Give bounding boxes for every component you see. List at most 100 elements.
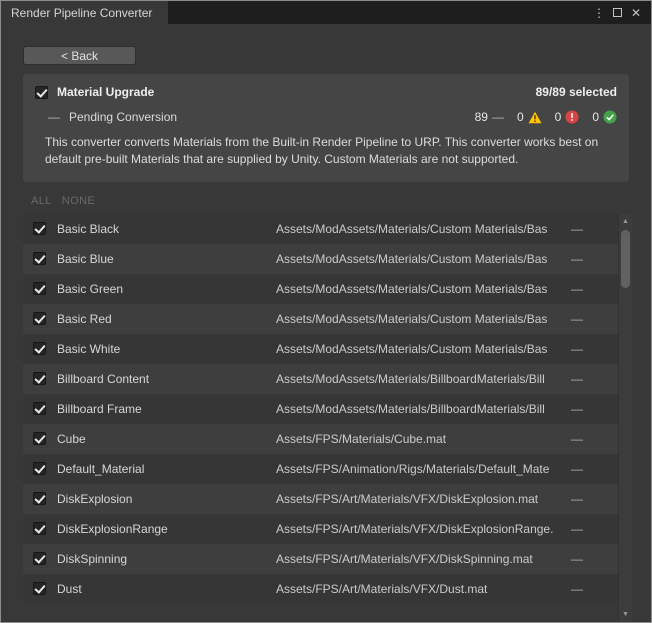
row-path: Assets/FPS/Art/Materials/VFX/DiskExplosi… <box>276 522 571 536</box>
converter-panel: Material Upgrade 89/89 selected — Pendin… <box>23 74 629 182</box>
row-path: Assets/ModAssets/Materials/Custom Materi… <box>276 312 571 326</box>
window-body: < Back Material Upgrade 89/89 selected —… <box>1 24 651 622</box>
row-checkbox[interactable] <box>33 282 46 295</box>
row-name: Basic Blue <box>57 252 276 266</box>
menu-icon[interactable]: ⋮ <box>592 7 606 19</box>
list-item[interactable]: Billboard Content Assets/ModAssets/Mater… <box>23 364 618 394</box>
success-count: 0 <box>592 110 617 124</box>
list-area: Basic Black Assets/ModAssets/Materials/C… <box>23 214 632 622</box>
row-checkbox[interactable] <box>33 372 46 385</box>
row-status-dash-icon: — <box>571 432 608 446</box>
row-status-dash-icon: — <box>571 402 608 416</box>
list-item[interactable]: DiskExplosion Assets/FPS/Art/Materials/V… <box>23 484 618 514</box>
back-button[interactable]: < Back <box>23 46 136 65</box>
select-none-button[interactable]: NONE <box>62 195 95 207</box>
selected-count-label: 89/89 selected <box>536 85 617 99</box>
row-name: Basic Red <box>57 312 276 326</box>
error-icon <box>565 110 579 124</box>
row-path: Assets/ModAssets/Materials/Custom Materi… <box>276 222 571 236</box>
pending-counts: 89 — 0 0 <box>475 110 617 124</box>
row-checkbox[interactable] <box>33 582 46 595</box>
row-status-dash-icon: — <box>571 462 608 476</box>
row-path: Assets/ModAssets/Materials/BillboardMate… <box>276 372 571 386</box>
list-item[interactable]: DiskSpinning Assets/FPS/Art/Materials/VF… <box>23 544 618 574</box>
row-name: DiskSpinning <box>57 552 276 566</box>
row-status-dash-icon: — <box>571 582 608 596</box>
row-name: Basic Black <box>57 222 276 236</box>
row-path: Assets/FPS/Art/Materials/VFX/Dust.mat <box>276 582 571 596</box>
list-item[interactable]: Basic Black Assets/ModAssets/Materials/C… <box>23 214 618 244</box>
list-item[interactable]: Cube Assets/FPS/Materials/Cube.mat — <box>23 424 618 454</box>
row-path: Assets/ModAssets/Materials/BillboardMate… <box>276 402 571 416</box>
row-name: Billboard Content <box>57 372 276 386</box>
scroll-up-icon[interactable]: ▲ <box>619 215 632 229</box>
titlebar: Render Pipeline Converter ⋮ ✕ <box>1 1 651 24</box>
render-pipeline-converter-window: Render Pipeline Converter ⋮ ✕ < Back Mat… <box>0 0 652 623</box>
list-item[interactable]: Billboard Frame Assets/ModAssets/Materia… <box>23 394 618 424</box>
row-checkbox[interactable] <box>33 222 46 235</box>
row-name: Default_Material <box>57 462 276 476</box>
list-item[interactable]: DiskExplosionRange Assets/FPS/Art/Materi… <box>23 514 618 544</box>
row-path: Assets/FPS/Animation/Rigs/Materials/Defa… <box>276 462 571 476</box>
row-status-dash-icon: — <box>571 312 608 326</box>
scrollbar[interactable]: ▲ ▼ <box>618 214 632 622</box>
row-name: DiskExplosionRange <box>57 522 276 536</box>
row-checkbox[interactable] <box>33 432 46 445</box>
pending-conversion-label: Pending Conversion <box>69 110 177 124</box>
row-path: Assets/FPS/Art/Materials/VFX/DiskExplosi… <box>276 492 571 506</box>
row-checkbox[interactable] <box>33 462 46 475</box>
row-checkbox[interactable] <box>33 312 46 325</box>
maximize-icon[interactable] <box>613 8 622 17</box>
material-upgrade-checkbox[interactable] <box>35 86 48 99</box>
row-status-dash-icon: — <box>571 282 608 296</box>
row-checkbox[interactable] <box>33 402 46 415</box>
row-checkbox[interactable] <box>33 342 46 355</box>
row-checkbox[interactable] <box>33 552 46 565</box>
row-checkbox[interactable] <box>33 522 46 535</box>
window-title: Render Pipeline Converter <box>11 6 152 20</box>
list-item[interactable]: Dust Assets/FPS/Art/Materials/VFX/Dust.m… <box>23 574 618 604</box>
material-list: Basic Black Assets/ModAssets/Materials/C… <box>23 214 618 622</box>
row-path: Assets/ModAssets/Materials/Custom Materi… <box>276 252 571 266</box>
row-name: DiskExplosion <box>57 492 276 506</box>
scroll-down-icon[interactable]: ▼ <box>619 607 632 621</box>
row-status-dash-icon: — <box>571 372 608 386</box>
list-item[interactable]: Default_Material Assets/FPS/Animation/Ri… <box>23 454 618 484</box>
converter-title: Material Upgrade <box>57 85 154 99</box>
row-name: Basic Green <box>57 282 276 296</box>
row-status-dash-icon: — <box>571 222 608 236</box>
titlebar-controls: ⋮ ✕ <box>592 1 651 24</box>
list-header: ALL NONE <box>31 195 651 207</box>
row-checkbox[interactable] <box>33 252 46 265</box>
success-icon <box>603 110 617 124</box>
warning-icon <box>528 111 542 124</box>
scrollbar-thumb[interactable] <box>621 230 630 288</box>
titlebar-spacer <box>168 1 592 24</box>
row-path: Assets/ModAssets/Materials/Custom Materi… <box>276 342 571 356</box>
row-status-dash-icon: — <box>571 252 608 266</box>
list-item[interactable]: Basic Red Assets/ModAssets/Materials/Cus… <box>23 304 618 334</box>
row-checkbox[interactable] <box>33 492 46 505</box>
row-name: Basic White <box>57 342 276 356</box>
window-tab[interactable]: Render Pipeline Converter <box>1 1 168 24</box>
pending-dash-icon: — <box>492 110 504 124</box>
row-status-dash-icon: — <box>571 522 608 536</box>
row-status-dash-icon: — <box>571 492 608 506</box>
pending-total: 89 — <box>475 110 504 124</box>
pending-conversion-row: — Pending Conversion 89 — 0 <box>35 110 617 124</box>
row-path: Assets/FPS/Art/Materials/VFX/DiskSpinnin… <box>276 552 571 566</box>
row-path: Assets/ModAssets/Materials/Custom Materi… <box>276 282 571 296</box>
close-icon[interactable]: ✕ <box>629 7 643 19</box>
row-status-dash-icon: — <box>571 552 608 566</box>
row-name: Cube <box>57 432 276 446</box>
list-item[interactable]: Basic White Assets/ModAssets/Materials/C… <box>23 334 618 364</box>
converter-header: Material Upgrade 89/89 selected <box>35 85 617 99</box>
list-item[interactable]: Basic Blue Assets/ModAssets/Materials/Cu… <box>23 244 618 274</box>
converter-description: This converter converts Materials from t… <box>45 134 617 169</box>
select-all-button[interactable]: ALL <box>31 195 52 207</box>
row-status-dash-icon: — <box>571 342 608 356</box>
row-name: Billboard Frame <box>57 402 276 416</box>
list-item[interactable]: Basic Green Assets/ModAssets/Materials/C… <box>23 274 618 304</box>
foldout-dash-icon[interactable]: — <box>48 110 60 124</box>
error-count: 0 <box>555 110 580 124</box>
